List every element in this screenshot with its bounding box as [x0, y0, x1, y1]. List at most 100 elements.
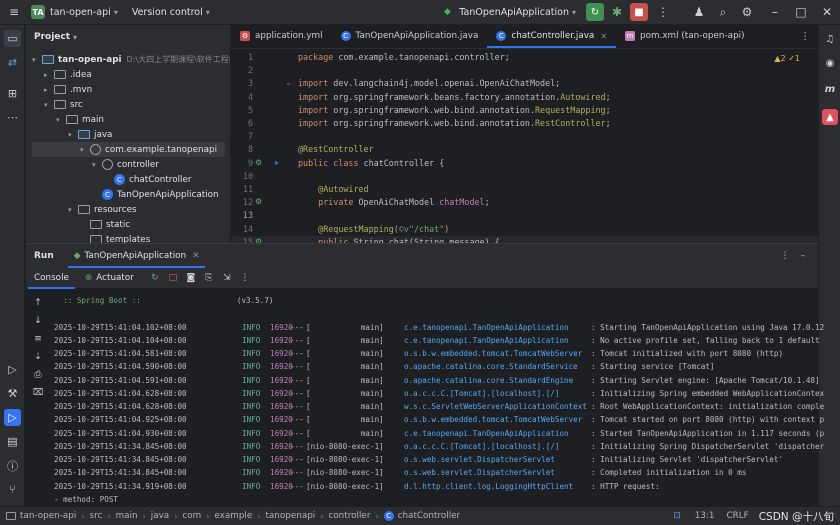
chevron-down-icon[interactable]: ▾ [92, 161, 102, 169]
breadcrumb-item[interactable]: java [151, 511, 169, 521]
minimize-icon[interactable]: – [796, 249, 810, 263]
run-gutter-icon[interactable]: ▸ [275, 158, 279, 167]
build-tool-icon[interactable]: ⚒ [4, 385, 21, 402]
tree-item[interactable]: ▾ com.example.tanopenapi [32, 142, 225, 157]
rerun-button[interactable]: ↻ [586, 3, 604, 21]
project-tool-icon[interactable]: ▭ [4, 30, 21, 47]
editor-tab[interactable]: C TanOpenApiApplication.java [332, 25, 488, 48]
vcs-widget[interactable]: Version control ▾ [132, 7, 210, 18]
tree-item[interactable]: templates [80, 232, 150, 243]
log-line: 2025-10-29T15:41:34.845+08:00 INFO 16920--… [54, 453, 824, 466]
services-tool-icon[interactable]: ▷ [4, 361, 21, 378]
tree-item[interactable]: ▾ src [44, 97, 83, 112]
more-tools-icon[interactable]: ⋯ [4, 109, 21, 126]
search-icon[interactable]: ⌕ [714, 3, 732, 21]
tree-item[interactable]: ▾ tan-open-api D:\大四上学期课程\软件工程综合 [32, 52, 230, 67]
tree-item[interactable]: ▸ .mvn [44, 82, 92, 97]
tree-item[interactable]: CchatController [104, 172, 192, 187]
chevron-down-icon[interactable]: ▾ [68, 206, 78, 214]
chevron-down-icon[interactable]: ▾ [73, 33, 77, 42]
maximize-icon[interactable]: □ [792, 3, 810, 21]
run-config-tab[interactable]: ◆ TanOpenApiApplication ✕ [66, 244, 208, 268]
plugin-icon[interactable]: ▲ [822, 109, 838, 125]
scroll-down-icon[interactable]: ↓ [31, 314, 45, 328]
terminal-tool-icon[interactable]: ▤ [4, 433, 21, 450]
log-ts: 2025-10-29T15:41:34.845+08:00 [54, 468, 187, 478]
soft-wrap-icon[interactable]: ≡ [31, 332, 45, 346]
settings-icon[interactable]: ⚙ [738, 3, 756, 21]
stop-icon[interactable]: □ [166, 271, 180, 285]
scroll-up-icon[interactable]: ↑ [31, 296, 45, 310]
breadcrumb-item[interactable]: com [182, 511, 201, 521]
chevron-down-icon[interactable]: ▾ [80, 146, 90, 154]
breadcrumb-item[interactable]: chatController [398, 511, 461, 521]
add-user-icon[interactable]: ♟ [690, 3, 708, 21]
close-icon[interactable]: ✕ [818, 3, 836, 21]
actuator-tab[interactable]: ⊛ Actuator [77, 268, 142, 289]
rerun-icon[interactable]: ↻ [148, 271, 162, 285]
debug-icon[interactable]: ✱ [608, 3, 626, 21]
close-icon[interactable]: ✕ [600, 32, 607, 41]
code-line: private OpenAiChatModel chatModel; [298, 197, 489, 207]
structure-tool-icon[interactable]: ⊞ [4, 85, 21, 102]
chevron-down-icon[interactable]: ▾ [44, 101, 54, 109]
trash-icon[interactable]: ⌧ [31, 386, 45, 400]
run-tool-icon[interactable]: ▷ [4, 409, 21, 426]
breadcrumb-item[interactable]: example [214, 511, 252, 521]
database-icon[interactable]: ◉ [822, 55, 838, 71]
notifications-icon[interactable]: ♫ [822, 31, 838, 47]
run-config-selector[interactable]: TanOpenApiApplication ▾ [459, 7, 576, 18]
tree-item[interactable]: ▸ .idea [44, 67, 92, 82]
breadcrumb-item[interactable]: controller [328, 511, 370, 521]
tree-item[interactable]: ▾ main [56, 112, 104, 127]
fold-icon[interactable]: ⌄ [285, 78, 292, 87]
project-switcher[interactable]: TA tan-open-api ▾ [31, 5, 118, 19]
chevron-down-icon[interactable]: ▾ [32, 56, 42, 64]
breadcrumb-item[interactable]: tanopenapi [265, 511, 315, 521]
tree-item[interactable]: ▾ resources [68, 202, 137, 217]
line-separator[interactable]: CRLF [727, 511, 749, 521]
bean-gutter-icon[interactable]: ⚙ [255, 158, 262, 167]
chevron-right-icon: › [257, 511, 261, 521]
tree-item[interactable]: static [80, 217, 130, 232]
commit-tool-icon[interactable]: ⇄ [4, 54, 21, 71]
stop-button[interactable]: ■ [630, 3, 648, 21]
more-icon[interactable]: ⋮ [238, 271, 252, 285]
close-icon[interactable]: ✕ [192, 251, 199, 261]
code-editor[interactable]: ⚙ application.yml C TanOpenApiApplication.j… [231, 25, 818, 243]
file-indicator-icon[interactable]: ⊡ [673, 511, 680, 521]
chevron-right-icon[interactable]: ▸ [44, 86, 54, 94]
tree-item[interactable]: ▾ controller [92, 157, 159, 172]
editor-tab[interactable]: m pom.xml (tan-open-api) [616, 25, 754, 48]
breadcrumb-item[interactable]: src [90, 511, 103, 521]
more-icon[interactable]: ⋮ [778, 249, 792, 263]
maven-icon[interactable]: m [822, 81, 838, 97]
restore-layout-icon[interactable]: ⎘ [202, 271, 216, 285]
export-icon[interactable]: ⇲ [220, 271, 234, 285]
main-menu-icon[interactable]: ≡ [5, 3, 23, 21]
scroll-to-end-icon[interactable]: ⇣ [31, 350, 45, 364]
tree-item[interactable]: C TanOpenApiApplication [92, 187, 219, 202]
bean-gutter-icon[interactable]: ⚙ [255, 197, 262, 206]
breadcrumb-item[interactable]: tan-open-api [20, 511, 76, 521]
chevron-down-icon[interactable]: ▾ [56, 116, 66, 124]
tree-item[interactable]: ▾ java [68, 127, 112, 142]
camera-icon[interactable]: ◙ [184, 271, 198, 285]
chevron-right-icon[interactable]: ▸ [44, 71, 54, 79]
git-tool-icon[interactable]: ⑂ [4, 481, 21, 498]
minimize-icon[interactable]: – [766, 3, 784, 21]
console-output[interactable]: :: Spring Boot :: (v3.5.7) 2025-10-29T15… [54, 294, 824, 504]
tree-item-label: java [94, 129, 113, 140]
print-icon[interactable]: ⎙ [31, 368, 45, 382]
chevron-down-icon[interactable]: ▾ [68, 131, 78, 139]
log-msg: : Tomcat started on port 8080 (http) wit… [591, 415, 824, 425]
editor-tab[interactable]: ⚙ application.yml [231, 25, 332, 48]
breadcrumb-item[interactable]: main [116, 511, 138, 521]
inspection-widget[interactable]: ▲2 ✓1 [774, 54, 800, 63]
caret-position[interactable]: 13:1 [695, 511, 715, 521]
console-tab[interactable]: Console [26, 268, 77, 289]
problems-tool-icon[interactable]: ⓘ [4, 457, 21, 474]
more-icon[interactable]: ⋮ [654, 3, 672, 21]
editor-tab[interactable]: CchatController.java ✕ [487, 25, 616, 48]
tabs-menu-icon[interactable]: ⋮ [801, 25, 819, 48]
